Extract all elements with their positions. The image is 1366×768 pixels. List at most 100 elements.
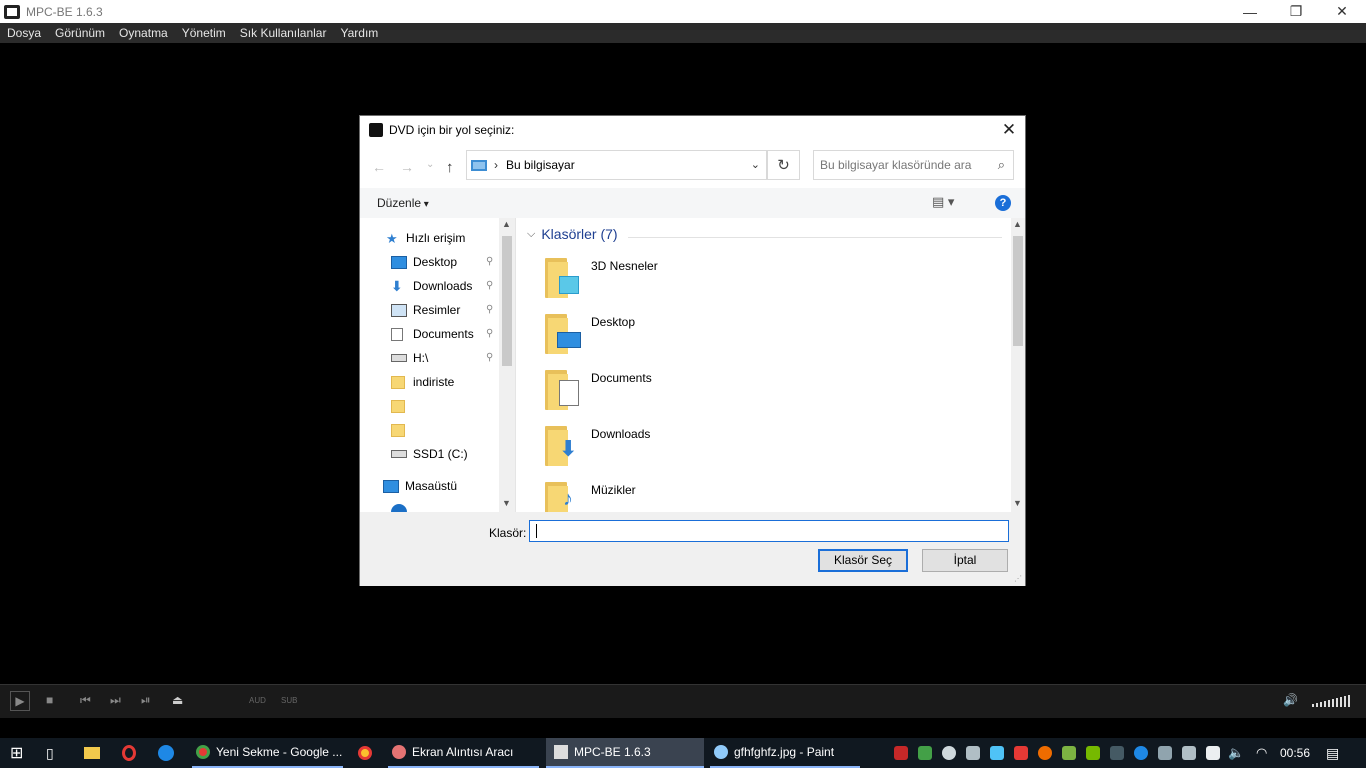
menu-oynatma[interactable]: Oynatma	[112, 26, 175, 40]
taskbar-item-mpc-be[interactable]: MPC-BE 1.6.3	[546, 738, 704, 768]
up-icon[interactable]: ↑	[446, 159, 454, 176]
play-icon[interactable]: ▶	[10, 691, 30, 711]
recent-locations-icon[interactable]: ⌄	[426, 159, 434, 170]
next-icon[interactable]: ⏭	[110, 693, 121, 708]
clock[interactable]: 00:56	[1280, 738, 1310, 768]
display-icon[interactable]	[1158, 746, 1172, 760]
nav-item-desktop[interactable]: Desktop	[391, 251, 457, 273]
pin-icon[interactable]: ⚲	[486, 352, 493, 363]
wifi-icon[interactable]: ◠	[1256, 738, 1267, 768]
scroll-down-icon[interactable]: ▼	[1013, 498, 1022, 508]
cube-icon	[559, 276, 579, 294]
close-button[interactable]: ✕	[1319, 0, 1365, 23]
pin-icon[interactable]: ⚲	[486, 256, 493, 267]
forward-icon[interactable]: →	[400, 159, 414, 175]
content-scrollbar[interactable]: ▲ ▼	[1011, 218, 1025, 512]
minimize-button[interactable]: —	[1227, 0, 1273, 23]
address-bar[interactable]: › Bu bilgisayar ⌄	[466, 150, 767, 180]
cancel-button[interactable]: İptal	[922, 549, 1008, 572]
folder-item[interactable]: Desktop	[545, 312, 635, 362]
nav-item-indiriste[interactable]: indiriste	[391, 371, 454, 393]
group-header[interactable]: ⌵ Klasörler (7)	[527, 226, 618, 242]
nav-item-folder[interactable]	[391, 395, 411, 417]
scroll-down-icon[interactable]: ▼	[502, 498, 511, 508]
organize-button[interactable]: Düzenle	[377, 196, 429, 210]
nav-item-folder[interactable]	[391, 419, 411, 441]
select-folder-button[interactable]: Klasör Seç	[818, 549, 908, 572]
app-tray-icon[interactable]	[1182, 746, 1196, 760]
bluetooth-icon[interactable]	[1134, 746, 1148, 760]
menu-yonetim[interactable]: Yönetim	[175, 26, 233, 40]
nav-item-pictures[interactable]: Resimler	[391, 299, 460, 321]
menu-gorunum[interactable]: Görünüm	[48, 26, 112, 40]
folder-label: Desktop	[591, 315, 636, 329]
start-icon[interactable]: ⊞	[10, 738, 23, 768]
nvidia-icon[interactable]	[1086, 746, 1100, 760]
task-view-icon[interactable]: ▯	[46, 738, 54, 768]
scroll-thumb[interactable]	[502, 236, 512, 366]
breadcrumb[interactable]: Bu bilgisayar	[506, 158, 575, 172]
app-tray-icon[interactable]	[1062, 746, 1076, 760]
view-options-icon[interactable]: ▤ ▾	[932, 194, 954, 210]
volume-slider[interactable]	[1312, 695, 1358, 707]
nav-item-ssd1[interactable]: SSD1 (C:)	[391, 443, 468, 465]
app-tray-icon[interactable]	[1110, 746, 1124, 760]
previous-icon[interactable]: ⏮	[80, 693, 91, 708]
google-drive-icon[interactable]	[918, 746, 932, 760]
stop-icon[interactable]: ■	[46, 693, 53, 707]
scroll-thumb[interactable]	[1013, 236, 1023, 346]
folder-input[interactable]	[529, 520, 1009, 542]
edge-icon[interactable]	[158, 745, 174, 761]
cloud-icon[interactable]	[942, 746, 956, 760]
battery-icon[interactable]	[1206, 746, 1220, 760]
taskbar-item-label: MPC-BE 1.6.3	[574, 745, 651, 759]
volume-icon[interactable]: 🔊	[1283, 693, 1298, 707]
search-icon[interactable]: ⌕	[998, 157, 1005, 173]
chrome-icon[interactable]	[358, 746, 372, 760]
taskbar-item-snipping-tool[interactable]: Ekran Alıntısı Aracı	[388, 738, 539, 768]
folder-item[interactable]: Documents	[545, 368, 652, 418]
refresh-button[interactable]: ↻	[767, 150, 800, 180]
audio-track-label[interactable]: AUD	[249, 696, 266, 705]
restore-button[interactable]: ❐	[1273, 0, 1319, 23]
menu-yardim[interactable]: Yardım	[333, 26, 385, 40]
subtitle-track-label[interactable]: SUB	[281, 696, 297, 705]
chevron-down-icon: ⌵	[527, 227, 536, 240]
folder-item[interactable]: 3D Nesneler	[545, 256, 658, 306]
eject-icon[interactable]: ⏏	[172, 693, 183, 707]
folder-item[interactable]: ♪ Müzikler	[545, 480, 636, 512]
scroll-up-icon[interactable]: ▲	[502, 219, 511, 229]
pin-icon[interactable]: ⚲	[486, 328, 493, 339]
taskbar-item-paint[interactable]: gfhfghfz.jpg - Paint	[710, 738, 860, 768]
nav-item-quick-access[interactable]: ★ Hızlı erişim	[386, 227, 465, 249]
pin-icon[interactable]: ⚲	[486, 280, 493, 291]
opera-icon[interactable]	[122, 745, 136, 761]
nav-item-documents[interactable]: Documents	[391, 323, 474, 345]
chrome-tray-icon[interactable]	[1038, 746, 1052, 760]
folder-item[interactable]: ⬇ Downloads	[545, 424, 650, 474]
shield-icon[interactable]	[1014, 746, 1028, 760]
app-tray-icon[interactable]	[990, 746, 1004, 760]
help-icon[interactable]: ?	[995, 195, 1011, 211]
nav-item-downloads[interactable]: ⬇ Downloads	[391, 275, 472, 297]
menu-dosya[interactable]: Dosya	[0, 26, 48, 40]
speaker-icon[interactable]: 🔈	[1228, 738, 1244, 768]
back-icon[interactable]: ←	[372, 159, 386, 175]
search-input[interactable]: Bu bilgisayar klasöründe ara ⌕	[813, 150, 1014, 180]
nav-item-h-drive[interactable]: H:\	[391, 347, 428, 369]
file-explorer-icon[interactable]	[84, 747, 100, 759]
antivirus-icon[interactable]	[894, 746, 908, 760]
pin-icon[interactable]: ⚲	[486, 304, 493, 315]
chevron-down-icon[interactable]: ⌄	[751, 158, 760, 171]
resize-grip-icon[interactable]: ⋰	[1014, 574, 1022, 583]
taskbar-item-chrome[interactable]: Yeni Sekme - Google ...	[192, 738, 343, 768]
dialog-close-button[interactable]: ✕	[999, 120, 1019, 140]
scroll-up-icon[interactable]: ▲	[1013, 219, 1022, 229]
notifications-icon[interactable]: ▤	[1326, 738, 1339, 768]
frame-step-icon[interactable]: ⏯	[141, 693, 151, 708]
chrome-icon	[196, 745, 210, 759]
nav-item-masaustu[interactable]: Masaüstü	[383, 475, 457, 497]
nav-scrollbar[interactable]: ▲ ▼	[499, 218, 515, 512]
menu-sik-kullanilanlar[interactable]: Sık Kullanılanlar	[233, 26, 334, 40]
link-icon[interactable]	[966, 746, 980, 760]
